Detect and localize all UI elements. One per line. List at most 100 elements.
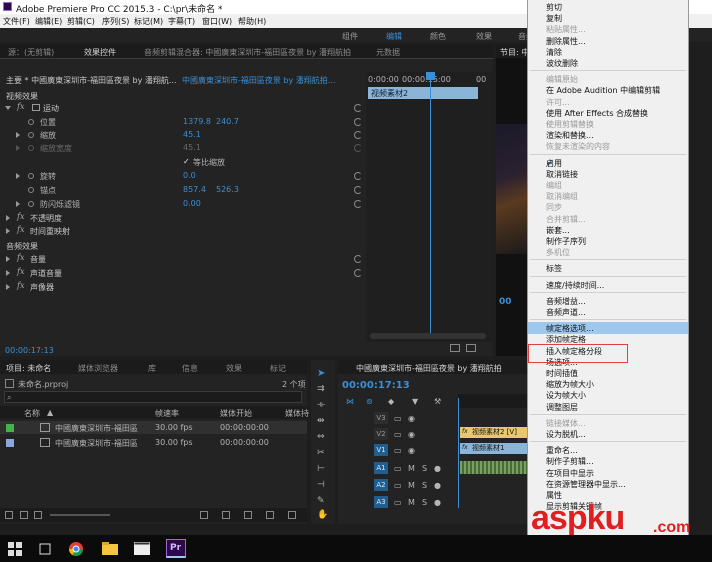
context-menu-item[interactable]: 在项目中显示 bbox=[528, 467, 688, 479]
new-bin-icon[interactable] bbox=[244, 511, 252, 519]
sequence-clip-label[interactable]: 中國廣東深圳市-福田區夜景 by 潘翔航拍... bbox=[182, 75, 362, 86]
audio-clip-a1[interactable] bbox=[460, 461, 527, 474]
anchor-x-value[interactable]: 857.4 bbox=[183, 185, 206, 194]
sync-lock-icon[interactable]: ▭ bbox=[394, 481, 402, 490]
reset-icon[interactable] bbox=[354, 200, 362, 208]
context-menu-item[interactable]: 帧定格选项... bbox=[528, 322, 688, 335]
sort-ascending-icon[interactable]: ▲ bbox=[47, 408, 53, 417]
stopwatch-icon[interactable] bbox=[28, 201, 34, 207]
menu-marker[interactable]: 标记(M) bbox=[134, 16, 163, 27]
scale-value[interactable]: 45.1 bbox=[183, 130, 201, 139]
stopwatch-icon[interactable] bbox=[28, 132, 34, 138]
track-select-icon[interactable]: ⇉ bbox=[317, 384, 325, 394]
effect-mini-timeline[interactable]: 0:00:00 00:00:15:00 00 视频素材2 bbox=[366, 72, 493, 342]
mute-m-label[interactable]: M bbox=[408, 464, 415, 473]
reset-icon[interactable] bbox=[354, 186, 362, 194]
mic-icon[interactable]: ● bbox=[434, 498, 441, 507]
ripple-edit-icon[interactable]: ⟛ bbox=[317, 400, 325, 410]
context-menu-item[interactable]: 在 Adobe Audition 中编辑剪辑 bbox=[528, 84, 688, 96]
trash-icon[interactable] bbox=[288, 511, 296, 519]
context-menu-item[interactable]: 波纹删除 bbox=[528, 57, 688, 69]
icon-view-icon[interactable] bbox=[34, 511, 42, 519]
project-search-input[interactable]: ⌕ bbox=[4, 391, 302, 403]
track-target-v3[interactable]: V3 bbox=[374, 412, 388, 424]
context-menu-item[interactable]: 剪切 bbox=[528, 1, 688, 13]
marker-icon[interactable]: ▼ bbox=[412, 397, 418, 406]
export-frame-icon[interactable] bbox=[450, 344, 460, 352]
tab-sequence[interactable]: 中國廣東深圳市-福田區夜景 by 潘翔航拍 bbox=[356, 363, 502, 374]
workspace-editing[interactable]: 编辑 bbox=[386, 31, 402, 42]
context-menu-item[interactable]: 嵌套... bbox=[528, 224, 688, 236]
mute-m-label[interactable]: M bbox=[408, 498, 415, 507]
mute-m-label[interactable]: M bbox=[408, 481, 415, 490]
column-media-start[interactable]: 媒体开始 bbox=[220, 408, 252, 419]
sync-lock-icon[interactable]: ▭ bbox=[394, 430, 402, 439]
project-item-name[interactable]: 中國廣東深圳市-福田區 bbox=[55, 438, 138, 449]
tab-markers[interactable]: 标记 bbox=[270, 363, 286, 374]
lock-icon[interactable] bbox=[5, 511, 13, 519]
sync-lock-icon[interactable]: ▭ bbox=[394, 446, 402, 455]
tab-info[interactable]: 信息 bbox=[182, 363, 198, 374]
reset-icon[interactable] bbox=[354, 172, 362, 180]
context-menu-item[interactable]: 属性 bbox=[528, 489, 688, 501]
expand-arrow[interactable] bbox=[16, 132, 20, 138]
motion-transform-icon[interactable] bbox=[32, 104, 40, 111]
context-menu-item[interactable]: 设为帧大小 bbox=[528, 389, 688, 401]
position-y-value[interactable]: 240.7 bbox=[216, 117, 239, 126]
project-item-name[interactable]: 中國廣東深圳市-福田區 bbox=[55, 423, 138, 434]
eye-icon[interactable]: ◉ bbox=[408, 430, 415, 439]
context-menu-item[interactable]: 删除属性... bbox=[528, 35, 688, 47]
mic-icon[interactable]: ● bbox=[434, 481, 441, 490]
timeline-timecode[interactable]: 00:00:17:13 bbox=[342, 380, 410, 391]
premiere-taskbar-icon[interactable]: Pr bbox=[166, 539, 186, 558]
menu-file[interactable]: 文件(F) bbox=[3, 16, 30, 27]
eye-icon[interactable]: ◉ bbox=[408, 414, 415, 423]
eye-icon[interactable]: ◉ bbox=[408, 446, 415, 455]
reset-icon[interactable] bbox=[354, 118, 362, 126]
program-timecode[interactable]: 00 bbox=[499, 297, 512, 307]
track-target-v1[interactable]: V1 bbox=[374, 444, 388, 456]
mini-playhead-handle[interactable] bbox=[426, 72, 435, 80]
rotation-value[interactable]: 0.0 bbox=[183, 171, 196, 180]
project-row[interactable]: 中國廣東深圳市-福田區 30.00 fps 00:00:00:00 bbox=[0, 421, 307, 434]
context-menu-item[interactable]: 速度/持续时间... bbox=[528, 279, 688, 291]
context-menu-item[interactable]: 设为脱机... bbox=[528, 428, 688, 440]
list-view-icon[interactable] bbox=[20, 511, 28, 519]
tab-effect-controls[interactable]: 效果控件 bbox=[84, 47, 116, 58]
menu-window[interactable]: 窗口(W) bbox=[202, 16, 232, 27]
column-name[interactable]: 名称 bbox=[24, 408, 40, 419]
reset-icon[interactable] bbox=[354, 104, 362, 112]
tab-media-browser[interactable]: 媒体浏览器 bbox=[78, 363, 118, 374]
motion-collapse-arrow[interactable] bbox=[5, 106, 11, 110]
effect-controls-timecode[interactable]: 00:00:17:13 bbox=[5, 346, 54, 355]
anchor-y-value[interactable]: 526.3 bbox=[216, 185, 239, 194]
menu-title[interactable]: 字幕(T) bbox=[168, 16, 195, 27]
context-menu-item[interactable]: 显示剪辑关键帧 › bbox=[528, 500, 688, 512]
linked-selection-icon[interactable]: ⊚ bbox=[366, 397, 373, 406]
stopwatch-icon[interactable] bbox=[28, 187, 34, 193]
context-menu-item[interactable]: 使用 After Effects 合成替换 bbox=[528, 107, 688, 119]
master-clip-label[interactable]: 主要 * 中國廣東深圳市-福田區夜景 by 潘翔航... bbox=[6, 75, 178, 86]
reset-icon[interactable] bbox=[354, 131, 362, 139]
solo-s-label[interactable]: S bbox=[422, 464, 427, 473]
file-explorer-icon[interactable] bbox=[102, 539, 122, 558]
mini-playhead[interactable] bbox=[430, 76, 431, 338]
tab-program[interactable]: 节目: 中 bbox=[500, 47, 529, 58]
chrome-icon[interactable] bbox=[68, 539, 88, 558]
reset-icon[interactable] bbox=[354, 269, 362, 277]
snap-icon[interactable]: ⋈ bbox=[346, 397, 354, 406]
context-menu-item[interactable]: 时间插值 › bbox=[528, 367, 688, 379]
expand-arrow[interactable] bbox=[16, 201, 20, 207]
track-target-a1[interactable]: A1 bbox=[374, 462, 388, 474]
context-menu-item[interactable]: 渲染和替换... bbox=[528, 129, 688, 141]
tab-effects[interactable]: 效果 bbox=[226, 363, 242, 374]
selection-tool-icon[interactable]: ➤ bbox=[317, 368, 325, 379]
stopwatch-icon[interactable] bbox=[28, 173, 34, 179]
column-frame-rate[interactable]: 帧速率 bbox=[155, 408, 179, 419]
hand-icon[interactable]: ✋ bbox=[317, 510, 328, 520]
pen-icon[interactable]: ✎ bbox=[317, 496, 325, 506]
workspace-assembly[interactable]: 组件 bbox=[342, 31, 358, 42]
razor-icon[interactable]: ✂ bbox=[317, 448, 325, 458]
solo-s-label[interactable]: S bbox=[422, 481, 427, 490]
workspace-effects[interactable]: 效果 bbox=[476, 31, 492, 42]
